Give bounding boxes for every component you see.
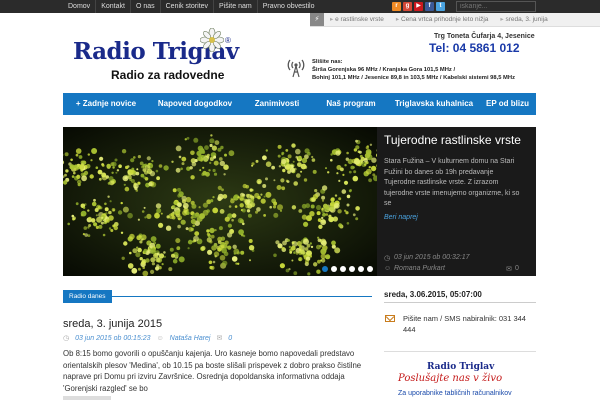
ticker-item: sreda, 3. junija — [494, 13, 553, 26]
tablet-users-link[interactable]: Za uporabnike tabličnih računalnikov — [398, 390, 512, 397]
frequency-heading: Slišite nas: — [312, 59, 343, 65]
slider-dot[interactable] — [349, 266, 355, 272]
read-more-link[interactable]: Beri naprej — [384, 214, 418, 221]
logo-subtitle: Radio za radovedne — [111, 68, 225, 82]
frequency-line: Bohinj 101,1 MHz / Jesenice 89,8 in 103,… — [312, 74, 515, 81]
sidebar-datetime: sreda, 3.06.2015, 05:07:00 — [384, 290, 482, 299]
ticker-item[interactable]: Cena vrtca prihodnje leto nižja — [390, 13, 495, 26]
read-more-button[interactable] — [63, 396, 111, 400]
user-icon: ☺ — [156, 335, 164, 342]
topnav-pravno-obvestilo-link[interactable]: Pravno obvestilo — [256, 0, 320, 13]
search-input[interactable] — [456, 1, 536, 12]
slider-dot[interactable] — [358, 266, 364, 272]
nav-nas-program[interactable]: Naš program — [313, 93, 389, 115]
nav-zanimivosti[interactable]: Zanimivosti — [241, 93, 313, 115]
topnav-domov-link[interactable]: Domov — [64, 0, 95, 13]
top-navigation: Domov Kontakt O nas Cenik storitev Pišit… — [64, 0, 319, 13]
post-title[interactable]: sreda, 3. junija 2015 — [63, 318, 162, 330]
registered-mark: ® — [225, 36, 231, 45]
sidebar-radio-logo[interactable]: Radio Triglav — [427, 362, 494, 372]
youtube-icon[interactable]: ▶ — [414, 2, 423, 11]
bolt-icon: ⚡ — [310, 13, 324, 26]
slide-image-goldenrod-plants[interactable] — [63, 127, 377, 276]
topnav-cenik-link[interactable]: Cenik storitev — [159, 0, 213, 13]
section-tab-radio-danes[interactable]: Radio danes — [63, 290, 112, 303]
topnav-pisite-nam-link[interactable]: Pišite nam — [213, 0, 257, 13]
slide-date: 03 jun 2015 ob 00:32:17 — [394, 254, 470, 261]
clock-icon: ◷ — [384, 255, 391, 262]
clock-icon: ◷ — [63, 335, 70, 342]
twitter-icon[interactable]: t — [436, 2, 445, 11]
post-date: 03 jun 2015 ob 00:15:23 — [75, 335, 151, 342]
phone-number: Tel: 04 5861 012 — [429, 41, 520, 55]
comment-icon: ✉ — [216, 335, 223, 342]
slide-title[interactable]: Tujerodne rastlinske vrste — [384, 133, 521, 147]
post-author[interactable]: Nataša Harej — [170, 335, 211, 342]
mail-icon — [385, 315, 395, 322]
slider-dot[interactable] — [340, 266, 346, 272]
main-navigation: + Zadnje novice Napoved dogodkov Zanimiv… — [63, 93, 536, 115]
sidebar-divider — [384, 351, 536, 352]
news-ticker: ⚡ e rastlinske vrste Cena vrtca prihodnj… — [310, 13, 600, 27]
slide-author[interactable]: Romana Purkart — [394, 265, 445, 272]
nav-triglavska-kuhalnica[interactable]: Triglavska kuhalnica — [389, 93, 479, 115]
slide-comment-count[interactable]: 0 — [515, 265, 519, 272]
antenna-icon — [287, 59, 305, 78]
frequency-info: Slišite nas: Širša Gorenjska 96 MHz / Kr… — [312, 59, 515, 82]
listen-live-link[interactable]: Poslušajte nas v živo — [398, 373, 502, 384]
nav-ep-od-blizu[interactable]: EP od blizu — [479, 93, 536, 115]
user-icon: ☺ — [384, 265, 392, 272]
topnav-kontakt-link[interactable]: Kontakt — [95, 0, 130, 13]
slider-pagination — [322, 266, 373, 272]
comment-icon: ✉ — [506, 266, 512, 273]
social-icons: r g ▶ f t — [392, 2, 445, 11]
post-body: Ob 8:15 bomo govorili o opuščanju kajenj… — [63, 349, 362, 393]
facebook-icon[interactable]: f — [425, 2, 434, 11]
topnav-o-nas-link[interactable]: O nas — [129, 0, 160, 13]
site-logo[interactable]: Radio Triglav ® Radio za radovedne — [73, 28, 239, 92]
post-meta: ◷ 03 jun 2015 ob 00:15:23 ☺ Nataša Harej… — [63, 334, 236, 342]
sidebar-contact[interactable]: Pišite nam / SMS nabiralnik: 031 344 444 — [403, 314, 536, 335]
nav-zadnje-novice[interactable]: + Zadnje novice — [63, 93, 149, 115]
slider-dot[interactable] — [322, 266, 328, 272]
address: Trg Toneta Čufarja 4, Jesenice — [434, 33, 535, 40]
rss-icon[interactable]: r — [392, 2, 401, 11]
nav-napoved-dogodkov[interactable]: Napoved dogodkov — [149, 93, 241, 115]
google-plus-icon[interactable]: g — [403, 2, 412, 11]
sidebar-divider — [384, 302, 536, 303]
slider-dot[interactable] — [331, 266, 337, 272]
post-comment-count[interactable]: 0 — [228, 335, 232, 342]
ticker-item[interactable]: e rastlinske vrste — [324, 13, 390, 26]
frequency-line: Širša Gorenjska 96 MHz / Kranjska Gora 1… — [312, 66, 456, 73]
slider-dot[interactable] — [367, 266, 373, 272]
slide-excerpt: Stara Fužina – V kulturnem domu na Stari… — [384, 158, 520, 207]
edelweiss-flower-icon — [200, 28, 224, 52]
